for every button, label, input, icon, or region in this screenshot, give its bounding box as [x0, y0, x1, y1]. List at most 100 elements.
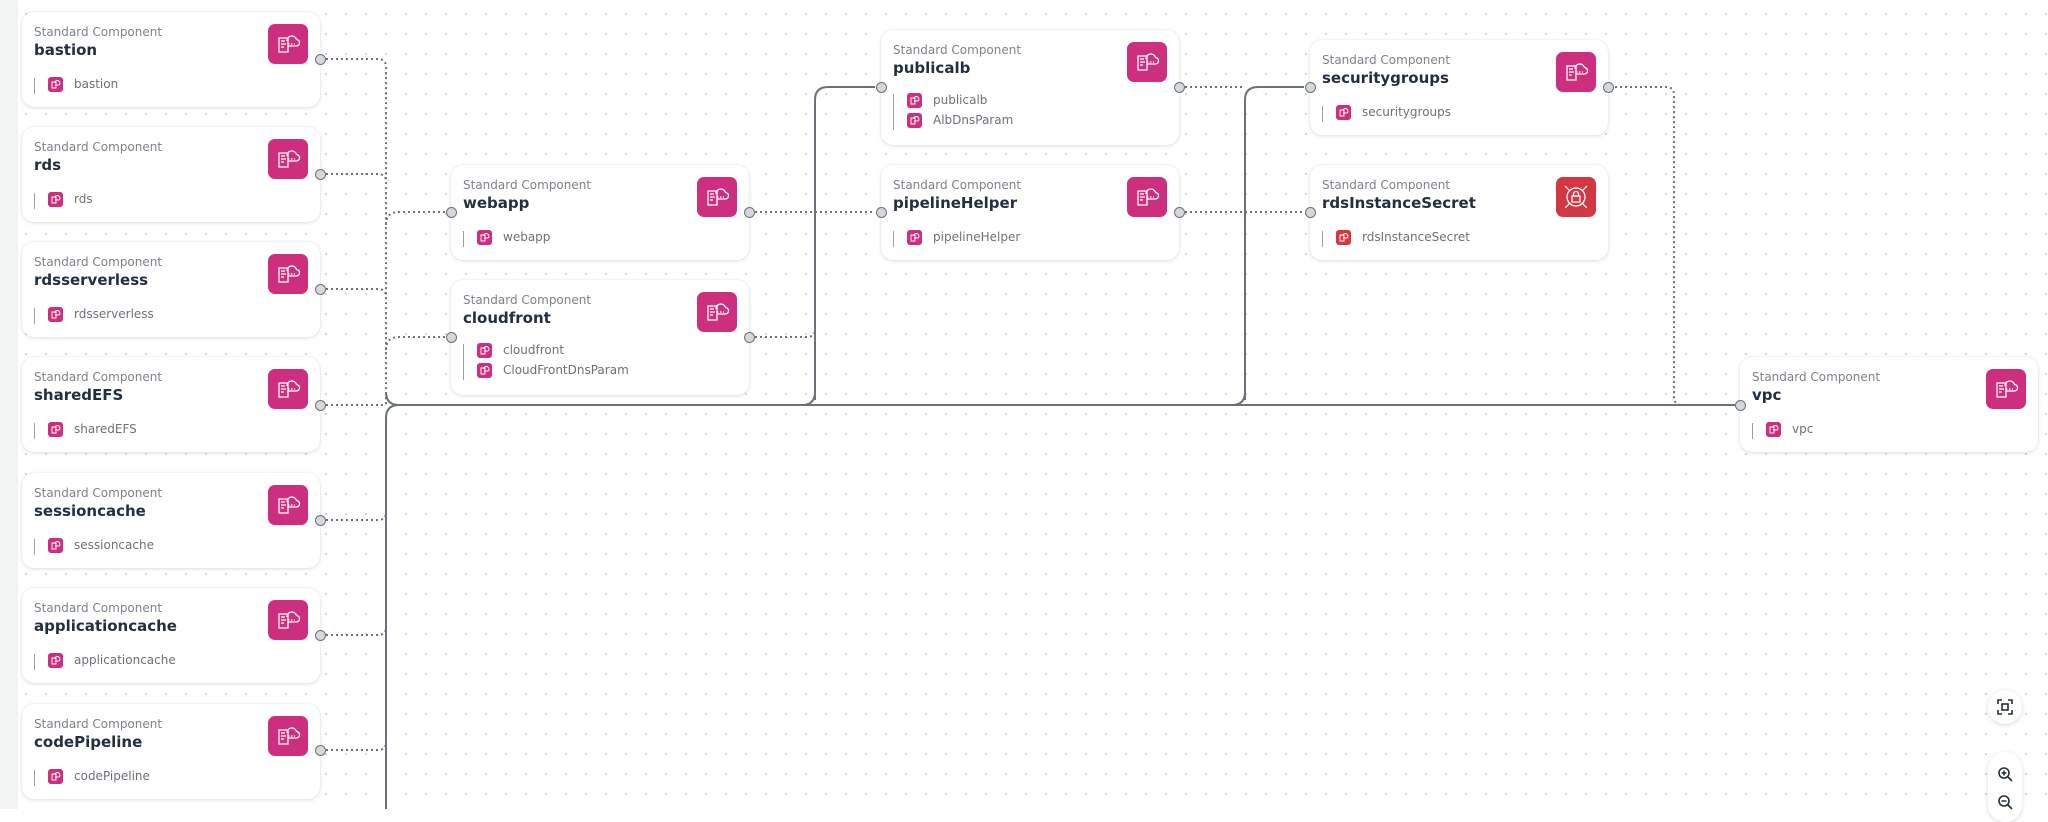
- cloud-template-icon: [907, 229, 922, 245]
- component-title: securitygroups: [1322, 69, 1449, 87]
- component-node-rds[interactable]: Standard Component rds rds: [22, 127, 320, 222]
- component-title: pipelineHelper: [893, 194, 1018, 212]
- resource-item[interactable]: bastion: [34, 74, 118, 94]
- component-node-codePipeline[interactable]: Standard Component codePipeline codePipe…: [22, 704, 320, 799]
- component-node-publicalb[interactable]: Standard Component publicalb publicalb A…: [881, 30, 1179, 145]
- resource-item[interactable]: publicalb: [893, 90, 1013, 110]
- component-node-sharedEFS[interactable]: Standard Component sharedEFS sharedEFS: [22, 357, 320, 452]
- resource-label: publicalb: [933, 93, 988, 107]
- component-node-vpc[interactable]: Standard Component vpc vpc: [1740, 357, 2038, 452]
- component-node-applicationcache[interactable]: Standard Component applicationcache appl…: [22, 588, 320, 683]
- resource-item[interactable]: webapp: [463, 227, 550, 247]
- input-port-vpc[interactable]: [1734, 399, 1746, 411]
- resource-item[interactable]: vpc: [1752, 419, 1813, 439]
- zoom-in-button[interactable]: [1997, 760, 2013, 788]
- resource-label: webapp: [503, 230, 551, 244]
- cloudformation-stack-icon: [1986, 369, 2026, 409]
- output-port-pipelineHelper[interactable]: [1173, 206, 1185, 218]
- component-type-label: Standard Component: [893, 178, 1022, 192]
- output-port-publicalb[interactable]: [1173, 81, 1185, 93]
- left-panel-edge: [0, 0, 19, 809]
- input-port-webapp[interactable]: [445, 206, 457, 218]
- cloudformation-stack-icon: [697, 292, 737, 332]
- output-port-webapp[interactable]: [743, 206, 755, 218]
- output-port-securitygroups[interactable]: [1602, 81, 1614, 93]
- parameter-icon: [477, 362, 492, 378]
- resource-item[interactable]: applicationcache: [34, 650, 176, 670]
- input-port-rdsInstanceSecret[interactable]: [1304, 206, 1316, 218]
- output-port-rdsserverless[interactable]: [314, 283, 326, 295]
- resource-label: rds: [74, 192, 93, 206]
- cloud-template-icon: [477, 342, 492, 358]
- component-node-bastion[interactable]: Standard Component bastion bastion: [22, 12, 320, 107]
- input-port-publicalb[interactable]: [875, 81, 887, 93]
- output-port-sessioncache[interactable]: [314, 514, 326, 526]
- resource-list: rdsserverless: [34, 304, 154, 324]
- resource-item[interactable]: rdsserverless: [34, 304, 154, 324]
- resource-label: pipelineHelper: [933, 230, 1021, 244]
- component-title: bastion: [34, 41, 98, 59]
- input-port-pipelineHelper[interactable]: [875, 206, 887, 218]
- resource-list: publicalb AlbDnsParam: [893, 90, 1013, 130]
- component-node-rdsInstanceSecret[interactable]: Standard Component rdsInstanceSecret rds…: [1310, 165, 1608, 260]
- zoom-out-icon: [1998, 795, 2013, 810]
- component-node-webapp[interactable]: Standard Component webapp webapp: [451, 165, 749, 260]
- output-port-applicationcache[interactable]: [314, 629, 326, 641]
- fit-view-button[interactable]: [1988, 690, 2022, 724]
- component-type-label: Standard Component: [34, 25, 163, 39]
- cloud-template-icon: [48, 191, 63, 207]
- component-title: rdsserverless: [34, 271, 149, 289]
- component-type-label: Standard Component: [34, 255, 163, 269]
- resource-list: rdsInstanceSecret: [1322, 227, 1470, 247]
- resource-list: webapp: [463, 227, 550, 247]
- component-title: sharedEFS: [34, 386, 124, 404]
- component-title: publicalb: [893, 59, 971, 77]
- cloud-template-icon: [48, 76, 63, 92]
- cloud-template-icon: [48, 421, 63, 437]
- output-port-sharedEFS[interactable]: [314, 399, 326, 411]
- output-port-bastion[interactable]: [314, 53, 326, 65]
- cloud-template-icon: [48, 768, 63, 784]
- resource-item[interactable]: pipelineHelper: [893, 227, 1020, 247]
- cloudformation-stack-icon: [268, 254, 308, 294]
- zoom-out-button[interactable]: [1997, 788, 2013, 816]
- resource-item[interactable]: CloudFrontDnsParam: [463, 360, 629, 380]
- resource-item[interactable]: sharedEFS: [34, 419, 137, 439]
- component-title: applicationcache: [34, 617, 177, 635]
- input-port-cloudfront[interactable]: [445, 331, 457, 343]
- resource-label: bastion: [74, 77, 119, 91]
- cloudformation-stack-icon: [268, 24, 308, 64]
- cloudformation-stack-icon: [268, 600, 308, 640]
- output-port-cloudfront[interactable]: [743, 331, 755, 343]
- output-port-codePipeline[interactable]: [314, 744, 326, 756]
- input-port-securitygroups[interactable]: [1304, 81, 1316, 93]
- cloud-template-icon: [1336, 104, 1351, 120]
- resource-label: vpc: [1792, 422, 1814, 436]
- resource-item[interactable]: AlbDnsParam: [893, 110, 1013, 130]
- component-title: cloudfront: [463, 309, 551, 327]
- resource-item[interactable]: sessioncache: [34, 535, 154, 555]
- component-type-label: Standard Component: [463, 293, 592, 307]
- component-type-label: Standard Component: [34, 601, 163, 615]
- component-node-sessioncache[interactable]: Standard Component sessioncache sessionc…: [22, 473, 320, 568]
- resource-label: securitygroups: [1362, 105, 1452, 119]
- component-node-cloudfront[interactable]: Standard Component cloudfront cloudfront…: [451, 280, 749, 395]
- resource-item[interactable]: rdsInstanceSecret: [1322, 227, 1470, 247]
- resource-item[interactable]: codePipeline: [34, 766, 150, 786]
- output-port-rds[interactable]: [314, 168, 326, 180]
- secret-icon: [1336, 229, 1351, 245]
- component-node-rdsserverless[interactable]: Standard Component rdsserverless rdsserv…: [22, 242, 320, 337]
- cloudformation-stack-icon: [268, 369, 308, 409]
- resource-list: sharedEFS: [34, 419, 137, 439]
- component-title: codePipeline: [34, 733, 143, 751]
- resource-item[interactable]: cloudfront: [463, 340, 629, 360]
- resource-list: pipelineHelper: [893, 227, 1020, 247]
- resource-item[interactable]: securitygroups: [1322, 102, 1451, 122]
- component-node-pipelineHelper[interactable]: Standard Component pipelineHelper pipeli…: [881, 165, 1179, 260]
- component-title: rds: [34, 156, 62, 174]
- cloudformation-stack-icon: [1556, 52, 1596, 92]
- resource-item[interactable]: rds: [34, 189, 93, 209]
- component-node-securitygroups[interactable]: Standard Component securitygroups securi…: [1310, 40, 1608, 135]
- component-type-label: Standard Component: [34, 370, 163, 384]
- resource-label: rdsInstanceSecret: [1362, 230, 1470, 244]
